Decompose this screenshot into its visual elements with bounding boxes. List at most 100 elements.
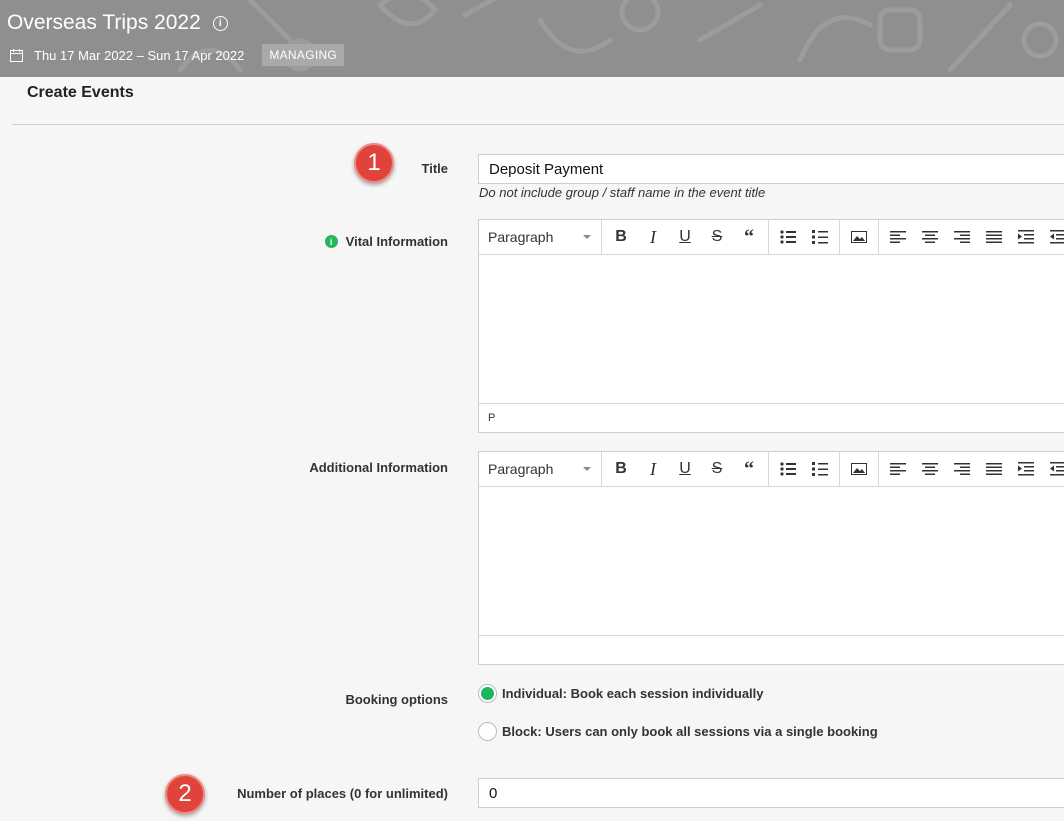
format-dropdown-value: Paragraph: [488, 229, 554, 245]
info-icon[interactable]: i: [212, 15, 228, 31]
align-left-button[interactable]: [882, 452, 914, 487]
align-justify-button[interactable]: [978, 452, 1010, 487]
radio-block[interactable]: [478, 722, 497, 741]
editor-content-area[interactable]: [479, 487, 1064, 635]
outdent-button[interactable]: [1042, 452, 1064, 487]
title-hint: Do not include group / staff name in the…: [479, 185, 766, 200]
align-right-button[interactable]: [946, 452, 978, 487]
step-marker-2: 2: [165, 774, 205, 814]
section-divider: [12, 124, 1064, 125]
chevron-down-icon: [583, 467, 591, 471]
strikethrough-icon: S: [711, 460, 723, 477]
italic-icon: I: [650, 226, 656, 247]
indent-icon: [1018, 230, 1034, 244]
underline-button[interactable]: U: [669, 452, 701, 487]
toolbar-media-group: [840, 219, 879, 255]
italic-button[interactable]: I: [637, 452, 669, 487]
chevron-down-icon: [583, 235, 591, 239]
info-icon[interactable]: i: [324, 235, 338, 248]
additional-info-editor[interactable]: Paragraph B I U S “: [478, 451, 1064, 665]
editor-toolbar: Paragraph B I U S “: [479, 451, 1064, 487]
vital-info-label-text: Vital Information: [345, 234, 448, 249]
vital-info-editor[interactable]: Paragraph B I U S “ P: [478, 219, 1064, 433]
radio-individual[interactable]: [478, 684, 497, 703]
booking-option-block[interactable]: Block: Users can only book all sessions …: [478, 722, 878, 741]
outdent-button[interactable]: [1042, 220, 1064, 255]
indent-icon: [1018, 462, 1034, 476]
numbered-list-icon: [812, 462, 828, 476]
calendar-icon: [10, 48, 23, 62]
numbered-list-icon: [812, 230, 828, 244]
bold-button[interactable]: B: [605, 220, 637, 255]
bullet-list-icon: [780, 230, 796, 244]
title-label: Title: [421, 161, 449, 176]
italic-button[interactable]: I: [637, 220, 669, 255]
event-header-banner: Overseas Trips 2022 i Thu 17 Mar 2022 – …: [0, 0, 1064, 77]
blockquote-icon: “: [744, 457, 754, 480]
blockquote-button[interactable]: “: [733, 220, 765, 255]
image-icon: [851, 463, 867, 475]
bullet-list-button[interactable]: [772, 220, 804, 255]
format-dropdown[interactable]: Paragraph: [479, 219, 602, 255]
toolbar-align-group: [879, 452, 1064, 487]
editor-content-area[interactable]: [479, 255, 1064, 403]
date-range: Thu 17 Mar 2022 – Sun 17 Apr 2022: [34, 47, 245, 63]
trip-dates: Thu 17 Mar 2022 – Sun 17 Apr 2022 MANAGI…: [10, 44, 345, 66]
bullet-list-icon: [780, 462, 796, 476]
numbered-list-button[interactable]: [804, 452, 836, 487]
indent-button[interactable]: [1010, 452, 1042, 487]
blockquote-button[interactable]: “: [733, 452, 765, 487]
trip-title: Overseas Trips 2022 i: [7, 11, 228, 35]
format-dropdown-value: Paragraph: [488, 461, 554, 477]
bullet-list-button[interactable]: [772, 452, 804, 487]
align-justify-button[interactable]: [978, 220, 1010, 255]
format-dropdown[interactable]: Paragraph: [479, 451, 602, 487]
trip-title-text: Overseas Trips 2022: [7, 11, 201, 34]
editor-path-status: P: [479, 403, 1064, 432]
align-left-icon: [890, 231, 906, 243]
align-center-icon: [922, 231, 938, 243]
numbered-list-button[interactable]: [804, 220, 836, 255]
strikethrough-icon: S: [711, 228, 723, 245]
align-justify-icon: [986, 231, 1002, 243]
insert-image-button[interactable]: [843, 220, 875, 255]
toolbar-media-group: [840, 451, 879, 487]
align-center-button[interactable]: [914, 452, 946, 487]
align-center-button[interactable]: [914, 220, 946, 255]
editor-toolbar: Paragraph B I U S “: [479, 219, 1064, 255]
strikethrough-button[interactable]: S: [701, 220, 733, 255]
places-label: Number of places (0 for unlimited): [237, 786, 448, 801]
align-left-button[interactable]: [882, 220, 914, 255]
outdent-icon: [1050, 462, 1064, 476]
status-badge: MANAGING: [262, 44, 345, 66]
align-right-icon: [954, 463, 970, 475]
bold-icon: B: [615, 228, 627, 245]
additional-info-label: Additional Information: [309, 460, 448, 475]
editor-path-status: [479, 635, 1064, 664]
toolbar-align-group: [879, 220, 1064, 255]
underline-icon: U: [679, 460, 691, 477]
title-input[interactable]: Deposit Payment: [478, 154, 1064, 184]
toolbar-list-group: [769, 451, 840, 487]
insert-image-button[interactable]: [843, 452, 875, 487]
align-right-button[interactable]: [946, 220, 978, 255]
radio-block-label: Block: Users can only book all sessions …: [502, 724, 878, 739]
indent-button[interactable]: [1010, 220, 1042, 255]
align-left-icon: [890, 463, 906, 475]
toolbar-text-style-group: B I U S “: [602, 219, 769, 255]
strikethrough-button[interactable]: S: [701, 452, 733, 487]
places-input[interactable]: 0: [478, 778, 1064, 808]
booking-option-individual[interactable]: Individual: Book each session individual…: [478, 684, 764, 703]
bold-button[interactable]: B: [605, 452, 637, 487]
underline-icon: U: [679, 228, 691, 245]
page-title: Create Events: [27, 84, 134, 101]
bold-icon: B: [615, 460, 627, 477]
image-icon: [851, 231, 867, 243]
underline-button[interactable]: U: [669, 220, 701, 255]
toolbar-list-group: [769, 219, 840, 255]
vital-info-label: i Vital Information: [260, 234, 448, 249]
align-justify-icon: [986, 463, 1002, 475]
align-right-icon: [954, 231, 970, 243]
italic-icon: I: [650, 458, 656, 479]
radio-individual-label: Individual: Book each session individual…: [502, 686, 764, 701]
